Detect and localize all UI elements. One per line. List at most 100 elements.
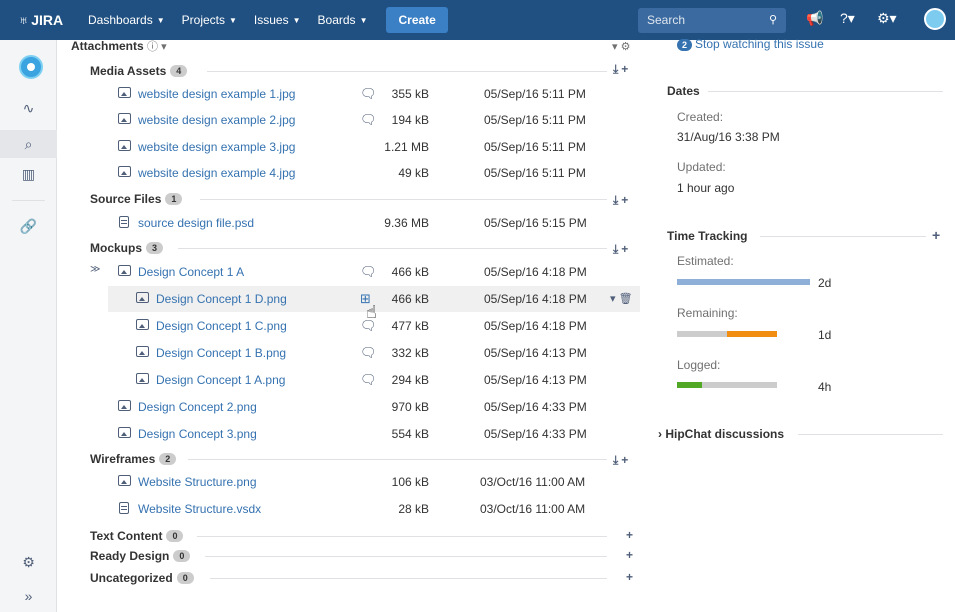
attachments-heading: Attachments ⓘ ▾ bbox=[71, 38, 167, 54]
group-ready-design[interactable]: Ready Design 0 bbox=[90, 547, 191, 565]
download-add-icons[interactable]: ⤓+ bbox=[613, 193, 631, 208]
attachment-link[interactable]: source design file.psd bbox=[138, 216, 254, 230]
attachment-link[interactable]: Design Concept 1 C.png bbox=[156, 319, 287, 333]
created-label: Created: bbox=[677, 110, 724, 124]
file-date: 05/Sep/16 5:15 PM bbox=[484, 216, 587, 230]
stop-watching-link[interactable]: 2 Stop watching this issue bbox=[677, 37, 824, 51]
dates-heading: Dates bbox=[667, 84, 700, 98]
group-divider bbox=[188, 459, 607, 460]
issues-search-icon[interactable]: ⌕ bbox=[0, 130, 57, 158]
download-add-icons[interactable]: ⤓+ bbox=[613, 242, 631, 257]
image-file-icon bbox=[118, 113, 131, 124]
add-icon[interactable]: + bbox=[626, 570, 636, 584]
activity-icon[interactable]: ∿ bbox=[0, 100, 57, 117]
attachment-row[interactable]: ≫ Design Concept 1 A 🗨 466 kB 05/Sep/16 … bbox=[90, 259, 640, 285]
file-size: 355 kB bbox=[391, 87, 429, 101]
feedback-icon[interactable]: 📢 bbox=[806, 10, 823, 27]
attachment-link[interactable]: website design example 4.jpg bbox=[138, 166, 295, 180]
group-uncategorized[interactable]: Uncategorized 0 bbox=[90, 569, 194, 587]
stop-watching-label: Stop watching this issue bbox=[695, 37, 824, 51]
group-mockups[interactable]: Mockups 3 bbox=[90, 239, 164, 257]
group-text-content[interactable]: Text Content 0 bbox=[90, 527, 184, 545]
attachment-row[interactable]: source design file.psd 9.36 MB 05/Sep/16… bbox=[90, 210, 640, 236]
attachment-row[interactable]: Design Concept 2.png 970 kB 05/Sep/16 4:… bbox=[90, 394, 640, 420]
download-add-icons[interactable]: ⤓+ bbox=[613, 62, 631, 77]
attachment-link[interactable]: Design Concept 3.png bbox=[138, 427, 257, 441]
group-media-assets[interactable]: Media Assets 4 bbox=[90, 62, 188, 80]
add-icon[interactable]: + bbox=[626, 548, 636, 562]
chevron-down-icon: ▼ bbox=[359, 15, 368, 25]
attachment-row[interactable]: Design Concept 1 B.png 🗨 332 kB 05/Sep/1… bbox=[108, 340, 640, 366]
nav-issues[interactable]: Issues ▼ bbox=[254, 13, 301, 27]
settings-gear-icon[interactable]: ⚙▾ bbox=[877, 10, 897, 27]
user-avatar[interactable] bbox=[924, 8, 946, 30]
reports-chart-icon[interactable]: ▥ bbox=[0, 166, 57, 183]
attachments-options-icon[interactable]: ▾ ⚙ bbox=[612, 40, 630, 53]
nav-dashboards[interactable]: Dashboards ▼ bbox=[88, 13, 165, 27]
file-size: 194 kB bbox=[391, 113, 429, 127]
image-file-icon bbox=[118, 265, 131, 276]
create-button[interactable]: Create bbox=[386, 7, 448, 33]
add-time-icon[interactable]: + bbox=[932, 227, 940, 243]
hipchat-title: HipChat discussions bbox=[665, 427, 785, 441]
nav-boards[interactable]: Boards ▼ bbox=[318, 13, 368, 27]
file-date: 05/Sep/16 4:18 PM bbox=[484, 292, 587, 306]
attachment-row[interactable]: Design Concept 1 C.png 🗨 477 kB 05/Sep/1… bbox=[108, 313, 640, 339]
collapse-chevron-icon[interactable]: ≫ bbox=[90, 264, 100, 275]
group-divider bbox=[200, 199, 607, 200]
attachment-row[interactable]: website design example 1.jpg 🗨 355 kB 05… bbox=[90, 81, 640, 107]
project-avatar[interactable] bbox=[19, 55, 43, 79]
attachment-link[interactable]: website design example 2.jpg bbox=[138, 113, 295, 127]
help-circle-icon[interactable]: ⓘ ▾ bbox=[147, 41, 167, 53]
file-date: 05/Sep/16 4:13 PM bbox=[484, 346, 587, 360]
download-add-icons[interactable]: ⤓+ bbox=[613, 453, 631, 468]
sidebar-divider bbox=[12, 200, 45, 201]
row-menu-trash-icon[interactable]: ▾ 🗑 bbox=[610, 292, 633, 305]
attachment-row[interactable]: website design example 4.jpg 49 kB 05/Se… bbox=[90, 160, 640, 186]
file-date: 05/Sep/16 5:11 PM bbox=[484, 87, 586, 101]
section-divider bbox=[798, 434, 943, 435]
remaining-label: Remaining: bbox=[677, 306, 738, 320]
group-label: Source Files bbox=[90, 192, 162, 206]
attachment-link[interactable]: website design example 1.jpg bbox=[138, 87, 295, 101]
count-badge: 2 bbox=[159, 453, 177, 465]
attachment-link[interactable]: Design Concept 2.png bbox=[138, 400, 257, 414]
search-input[interactable]: Search ⚲ bbox=[638, 8, 786, 33]
help-icon[interactable]: ?▾ bbox=[840, 10, 855, 27]
attachment-link[interactable]: Design Concept 1 B.png bbox=[156, 346, 286, 360]
group-source-files[interactable]: Source Files 1 bbox=[90, 190, 183, 208]
group-wireframes[interactable]: Wireframes 2 bbox=[90, 450, 177, 468]
file-date: 05/Sep/16 5:11 PM bbox=[484, 166, 586, 180]
logged-bar bbox=[677, 382, 777, 388]
attachment-link[interactable]: Design Concept 1 D.png bbox=[156, 292, 287, 306]
attachment-row[interactable]: Design Concept 3.png 554 kB 05/Sep/16 4:… bbox=[90, 421, 640, 447]
attachment-link[interactable]: Design Concept 1 A bbox=[138, 265, 244, 279]
group-divider bbox=[210, 578, 607, 579]
attachment-row[interactable]: Design Concept 1 A.png 🗨 294 kB 05/Sep/1… bbox=[108, 367, 640, 393]
estimated-bar-fill bbox=[677, 279, 810, 285]
attachment-link[interactable]: Website Structure.png bbox=[138, 475, 257, 489]
settings-gear-icon[interactable]: ⚙ bbox=[0, 554, 57, 571]
group-divider bbox=[178, 248, 607, 249]
expand-sidebar-icon[interactable]: » bbox=[0, 588, 57, 604]
attachment-row[interactable]: Website Structure.vsdx 28 kB 03/Oct/16 1… bbox=[90, 496, 640, 522]
attachment-row[interactable]: website design example 3.jpg 1.21 MB 05/… bbox=[90, 134, 640, 160]
attachment-link[interactable]: website design example 3.jpg bbox=[138, 140, 295, 154]
attachment-row[interactable]: Website Structure.png 106 kB 03/Oct/16 1… bbox=[90, 469, 640, 495]
attachment-row[interactable]: website design example 2.jpg 🗨 194 kB 05… bbox=[90, 107, 640, 133]
link-icon[interactable]: 🔗 bbox=[0, 218, 57, 235]
attachment-link[interactable]: Design Concept 1 A.png bbox=[156, 373, 285, 387]
file-size: 466 kB bbox=[391, 265, 429, 279]
nav-dashboards-label: Dashboards bbox=[88, 13, 153, 27]
hipchat-heading[interactable]: › HipChat discussions bbox=[658, 427, 784, 441]
image-file-icon bbox=[136, 319, 149, 330]
project-sidebar: ∿ ⌕ ▥ 🔗 ⚙ » bbox=[0, 40, 57, 612]
logged-label: Logged: bbox=[677, 358, 721, 372]
jira-logo-icon: ♅ bbox=[18, 11, 30, 29]
image-file-icon bbox=[118, 166, 131, 177]
estimated-label: Estimated: bbox=[677, 254, 734, 268]
jira-logo[interactable]: ♅ JIRA bbox=[18, 12, 88, 29]
nav-projects[interactable]: Projects ▼ bbox=[182, 13, 237, 27]
attachment-link[interactable]: Website Structure.vsdx bbox=[138, 502, 261, 516]
add-icon[interactable]: + bbox=[626, 528, 636, 542]
